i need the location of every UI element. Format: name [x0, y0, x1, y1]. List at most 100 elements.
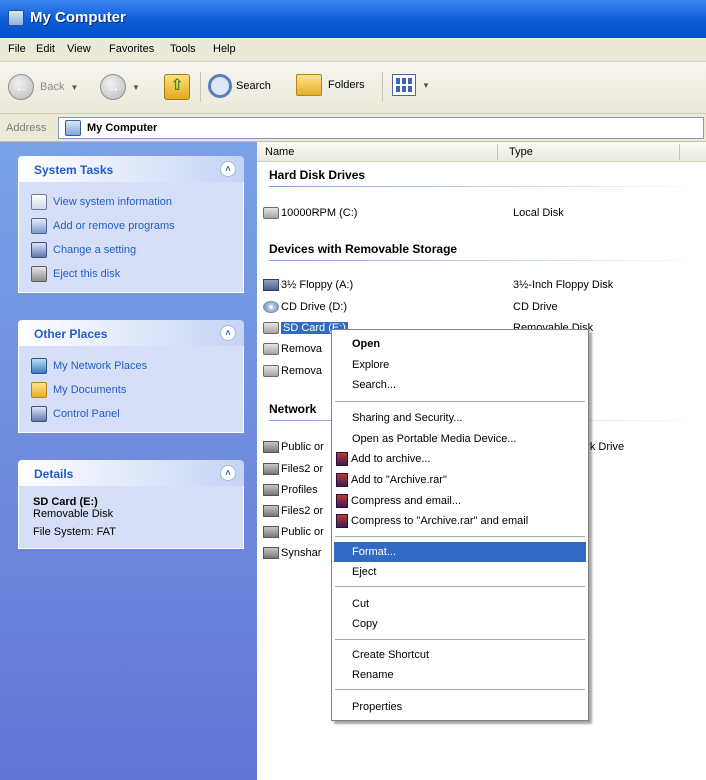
- details-header[interactable]: Details ˄: [18, 460, 244, 486]
- panel-title: Details: [34, 467, 74, 481]
- toolbar-divider: [200, 72, 201, 102]
- folders-label: Folders: [328, 79, 365, 91]
- menu-view[interactable]: View: [67, 43, 91, 55]
- task-add-remove-programs[interactable]: Add or remove programs: [19, 214, 243, 238]
- other-places-panel: Other Places ˄ My Network Places My Docu…: [18, 320, 244, 433]
- menu-separator: [335, 689, 585, 690]
- drive-type: 3½-Inch Floppy Disk: [513, 279, 614, 291]
- details-panel: Details ˄ SD Card (E:) Removable Disk Fi…: [18, 460, 244, 549]
- menu-item-compress-rar-email[interactable]: Compress to "Archive.rar" and email: [334, 511, 586, 531]
- system-tasks-panel: System Tasks ˄ View system information A…: [18, 156, 244, 293]
- group-divider: [269, 186, 706, 187]
- control-panel-icon: [31, 406, 47, 422]
- collapse-chevron-icon[interactable]: ˄: [220, 465, 236, 481]
- menu-item-format[interactable]: Format...: [334, 542, 586, 562]
- forward-button[interactable]: → ▼: [100, 74, 140, 100]
- other-places-header[interactable]: Other Places ˄: [18, 320, 244, 346]
- drive-row-c[interactable]: 10000RPM (C:) Local Disk: [263, 204, 703, 222]
- drive-row-a[interactable]: 3½ Floppy (A:) 3½-Inch Floppy Disk: [263, 276, 703, 294]
- system-tasks-header[interactable]: System Tasks ˄: [18, 156, 244, 182]
- column-divider[interactable]: [679, 144, 680, 160]
- winrar-icon: [336, 473, 348, 487]
- column-divider[interactable]: [497, 144, 498, 160]
- context-menu: Open Explore Search... Sharing and Secur…: [331, 329, 589, 721]
- place-my-documents[interactable]: My Documents: [19, 378, 243, 402]
- menu-file[interactable]: File: [8, 43, 26, 55]
- winrar-icon: [336, 452, 348, 466]
- network-drive-icon: [263, 526, 279, 538]
- menu-item-create-shortcut[interactable]: Create Shortcut: [334, 645, 586, 665]
- menu-item-compress-email[interactable]: Compress and email...: [334, 491, 586, 511]
- menu-help[interactable]: Help: [213, 43, 236, 55]
- place-label: Control Panel: [53, 408, 120, 420]
- views-icon: [392, 74, 416, 96]
- menu-item-add-rar[interactable]: Add to "Archive.rar": [334, 470, 586, 490]
- chevron-down-icon: ▼: [422, 80, 430, 90]
- documents-folder-icon: [31, 382, 47, 398]
- folders-button[interactable]: Folders: [296, 74, 365, 96]
- details-name: SD Card (E:): [33, 496, 98, 508]
- column-type[interactable]: Type: [509, 146, 533, 158]
- group-hard-disk-drives: Hard Disk Drives: [269, 168, 366, 182]
- menu-item-properties[interactable]: Properties: [334, 697, 586, 717]
- task-label: Eject this disk: [53, 268, 121, 280]
- group-divider: [269, 260, 706, 261]
- place-my-network-places[interactable]: My Network Places: [19, 354, 243, 378]
- menu-separator: [335, 401, 585, 402]
- menu-separator: [335, 639, 585, 640]
- drive-type: Local Disk: [513, 207, 564, 219]
- menu-favorites[interactable]: Favorites: [109, 43, 154, 55]
- task-view-system-info[interactable]: View system information: [19, 190, 243, 214]
- drive-name: 3½ Floppy (A:): [281, 279, 354, 291]
- column-name[interactable]: Name: [265, 146, 294, 158]
- address-field[interactable]: My Computer: [58, 117, 704, 139]
- removable-drive-icon: [263, 365, 279, 377]
- panel-title: System Tasks: [34, 163, 114, 177]
- menu-item-cut[interactable]: Cut: [334, 594, 586, 614]
- details-filesystem: File System: FAT: [33, 526, 116, 538]
- drive-name: CD Drive (D:): [281, 301, 347, 313]
- other-places-body: My Network Places My Documents Control P…: [18, 346, 244, 433]
- menu-item-search[interactable]: Search...: [334, 375, 586, 395]
- up-folder-button[interactable]: ⇧: [164, 74, 190, 100]
- address-label: Address: [6, 122, 47, 134]
- back-label: Back: [40, 81, 65, 93]
- folders-icon: [296, 74, 322, 96]
- details-body: SD Card (E:) Removable Disk File System:…: [18, 486, 244, 549]
- menu-item-rename[interactable]: Rename: [334, 665, 586, 685]
- menu-item-explore[interactable]: Explore: [334, 355, 586, 375]
- menu-tools[interactable]: Tools: [170, 43, 196, 55]
- menu-item-eject[interactable]: Eject: [334, 562, 586, 582]
- menu-item-open[interactable]: Open: [334, 334, 586, 354]
- task-change-setting[interactable]: Change a setting: [19, 238, 243, 262]
- task-label: Add or remove programs: [53, 220, 175, 232]
- drive-type: CD Drive: [513, 301, 558, 313]
- collapse-chevron-icon[interactable]: ˄: [220, 161, 236, 177]
- collapse-chevron-icon[interactable]: ˄: [220, 325, 236, 341]
- task-eject-disk[interactable]: Eject this disk: [19, 262, 243, 286]
- window-title: My Computer: [30, 9, 126, 26]
- menu-item-sharing-security[interactable]: Sharing and Security...: [334, 408, 586, 428]
- winrar-icon: [336, 514, 348, 528]
- menu-item-label: Add to "Archive.rar": [351, 474, 447, 486]
- up-folder-icon: ⇧: [164, 74, 190, 100]
- toolbar: ← Back ▼ → ▼ ⇧ Search Folders ▼: [0, 62, 706, 114]
- network-drive-icon: [263, 484, 279, 496]
- panel-title: Other Places: [34, 327, 108, 341]
- menu-item-label: Compress to "Archive.rar" and email: [351, 515, 529, 527]
- back-button[interactable]: ← Back ▼: [8, 74, 78, 100]
- add-remove-icon: [31, 218, 47, 234]
- menu-item-copy[interactable]: Copy: [334, 614, 586, 634]
- place-control-panel[interactable]: Control Panel: [19, 402, 243, 426]
- network-drive-icon: [263, 505, 279, 517]
- menu-item-add-archive[interactable]: Add to archive...: [334, 449, 586, 469]
- drive-row-d[interactable]: CD Drive (D:) CD Drive: [263, 298, 703, 316]
- menu-edit[interactable]: Edit: [36, 43, 55, 55]
- views-button[interactable]: ▼: [392, 74, 430, 96]
- toolbar-divider: [382, 72, 383, 102]
- search-button[interactable]: Search: [208, 74, 271, 98]
- task-label: View system information: [53, 196, 173, 208]
- system-info-icon: [31, 194, 47, 210]
- drive-name: 10000RPM (C:): [281, 207, 358, 219]
- menu-item-open-portable[interactable]: Open as Portable Media Device...: [334, 429, 586, 449]
